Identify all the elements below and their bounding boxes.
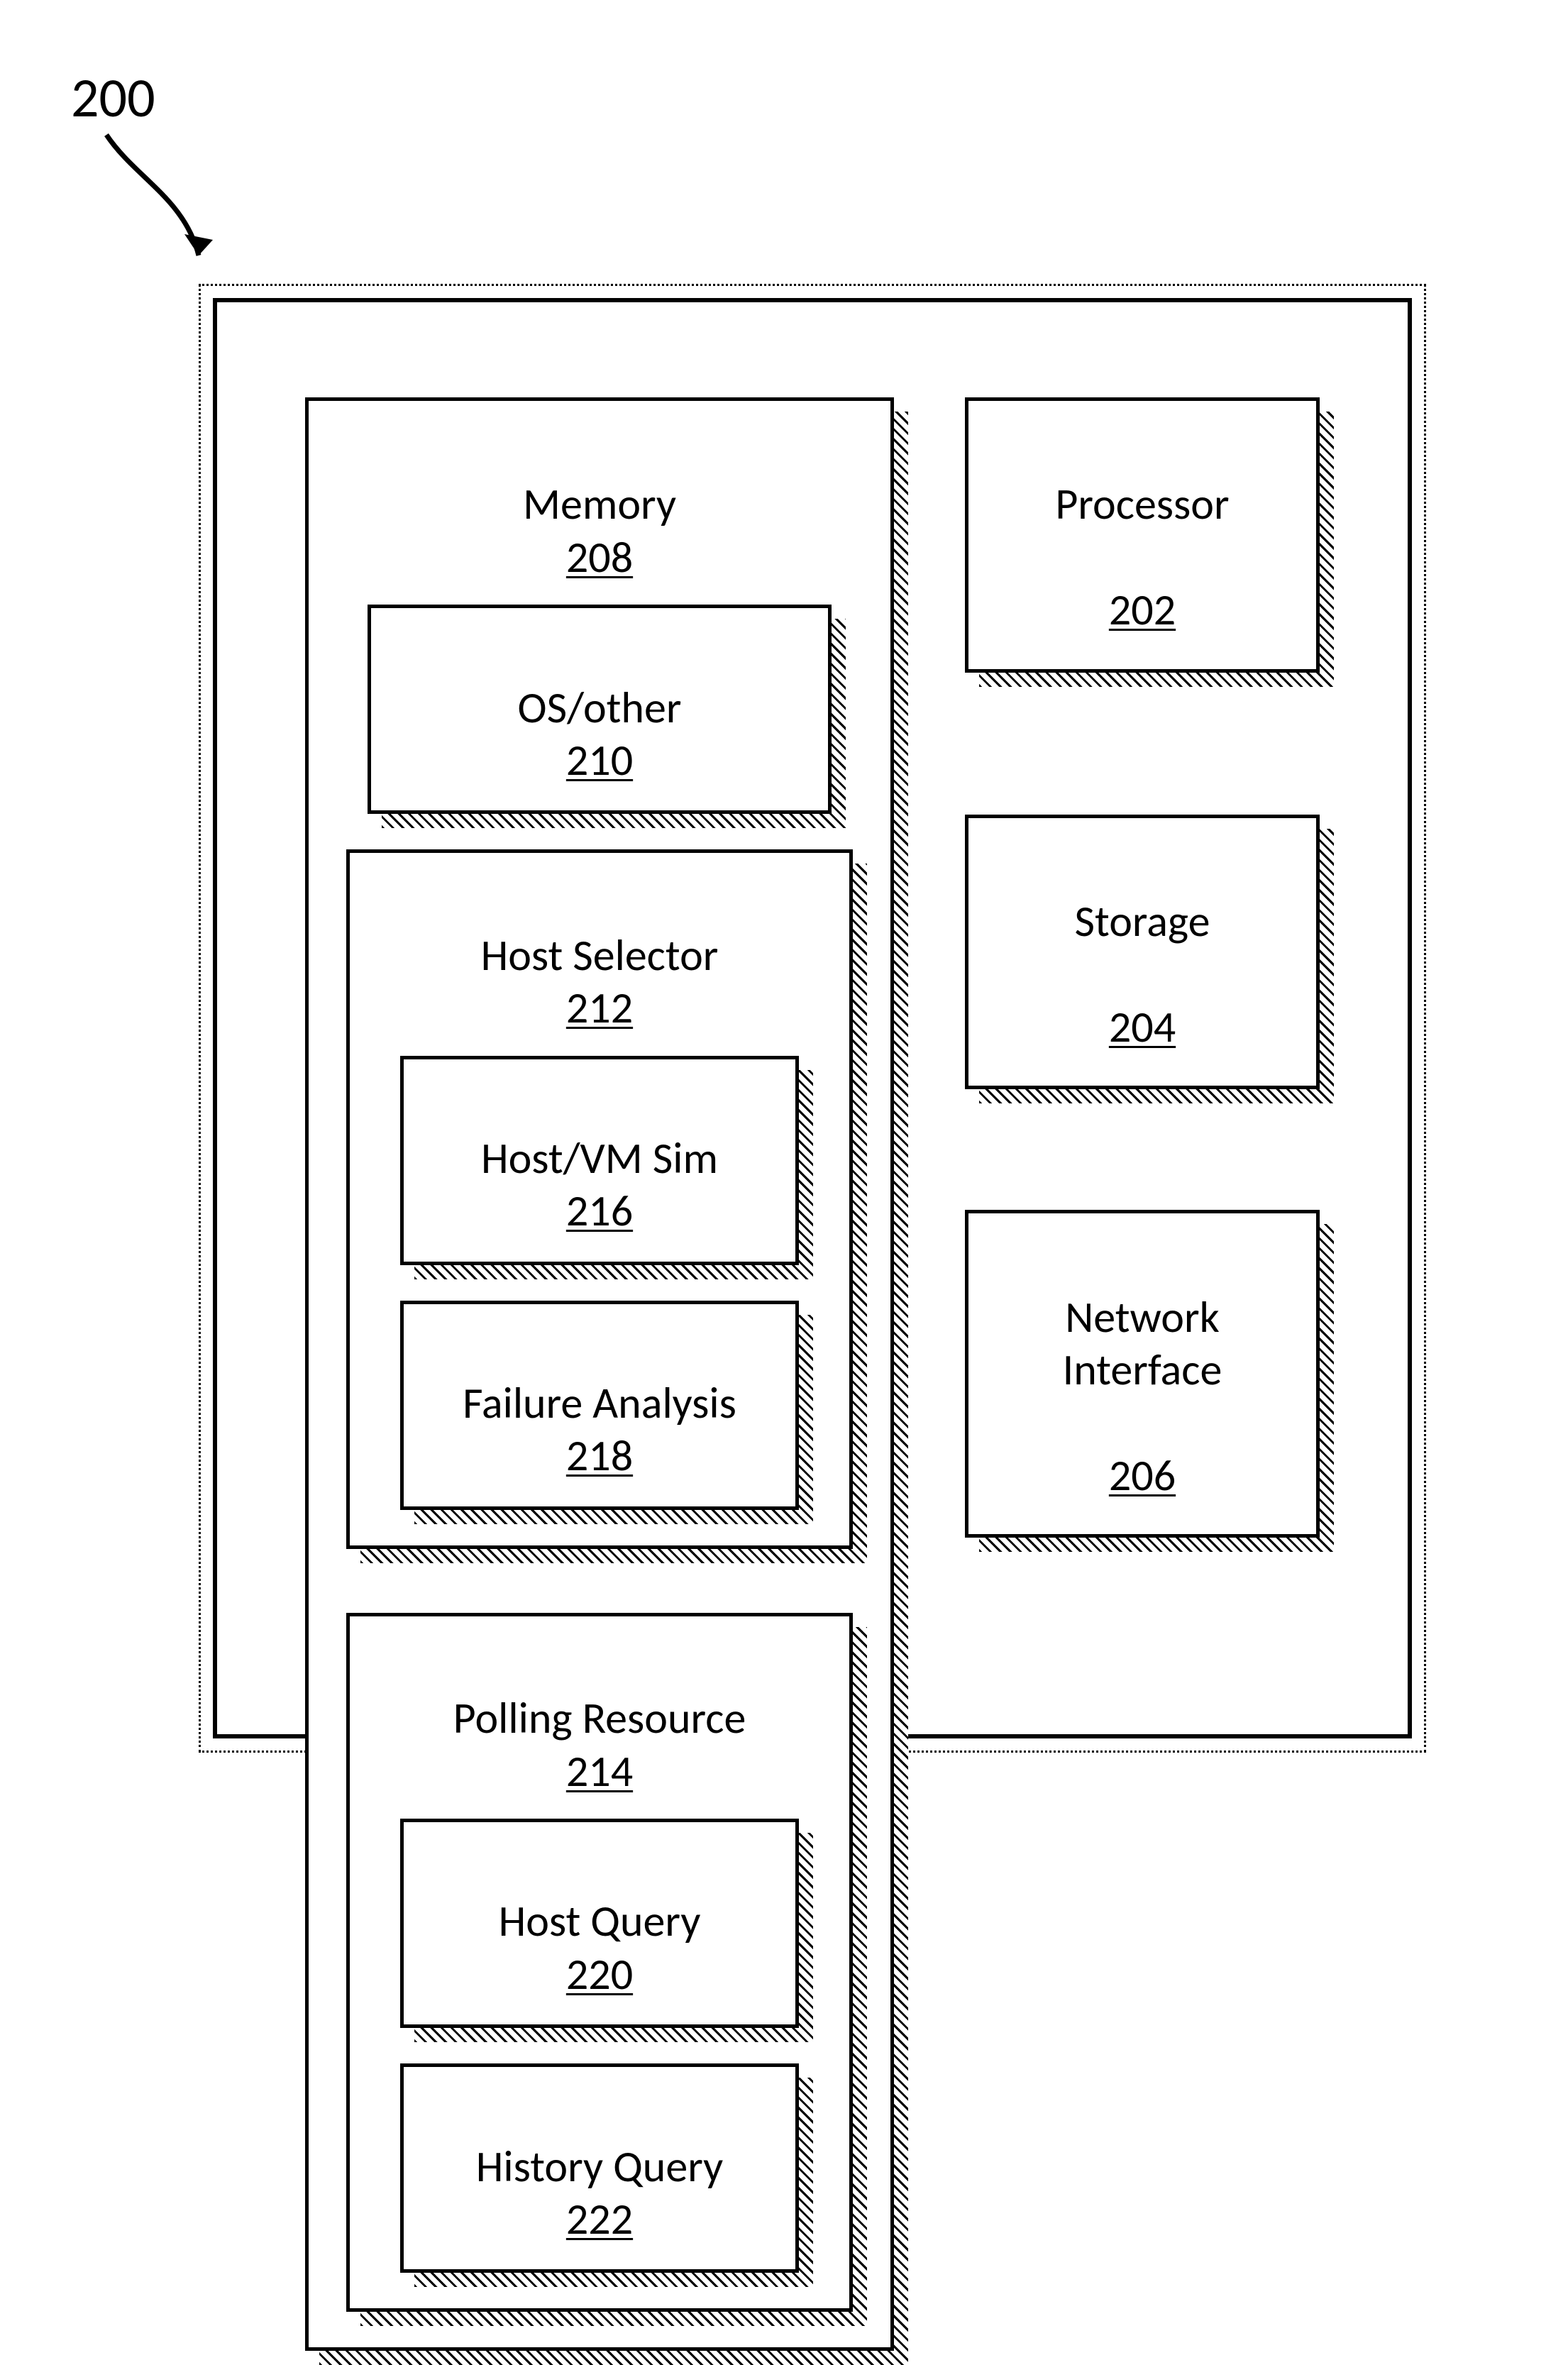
arrow-icon	[92, 121, 234, 291]
memory-block: Memory 208 OS/other 210	[305, 397, 894, 2351]
processor-block: Processor 202	[965, 397, 1320, 673]
host-query-block: Host Query 220	[400, 1819, 798, 2028]
right-column: Processor 202 Storage 204 Network Interf…	[965, 397, 1320, 2351]
host-selector-block: Host Selector 212 Host/VM Sim 216	[346, 849, 853, 1549]
failure-analysis-block: Failure Analysis 218	[400, 1301, 798, 1510]
storage-block: Storage 204	[965, 815, 1320, 1090]
history-query-block: History Query 222	[400, 2063, 798, 2273]
memory-title: Memory 208	[330, 425, 869, 583]
network-interface-block: Network Interface 206	[965, 1210, 1320, 1538]
os-block: OS/other 210	[368, 605, 832, 814]
left-column: Memory 208 OS/other 210	[305, 397, 894, 2351]
polling-resource-block: Polling Resource 214 Host Query 220	[346, 1613, 853, 2312]
host-vm-sim-block: Host/VM Sim 216	[400, 1056, 798, 1265]
